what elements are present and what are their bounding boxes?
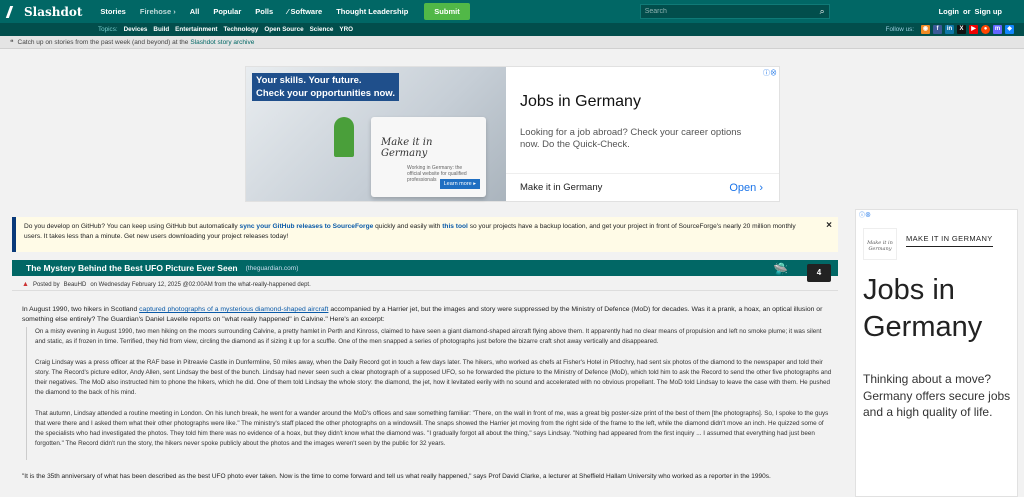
nav-thought-leadership[interactable]: Thought Leadership — [336, 7, 408, 16]
article-quote: On a misty evening in August 1990, two m… — [26, 327, 832, 460]
topic-yro[interactable]: YRO — [339, 26, 353, 33]
topic-open-source[interactable]: Open Source — [264, 26, 303, 33]
submit-button[interactable]: Submit — [424, 3, 470, 20]
author-link[interactable]: BeauHD — [64, 282, 87, 288]
slashdot-logo-icon — [5, 5, 23, 18]
nav-software[interactable]: ⁄ Software — [287, 7, 322, 16]
side-advertisement[interactable]: ⓘ⊗ Make it in Germany MAKE IT IN GERMANY… — [855, 209, 1018, 497]
signup-link[interactable]: Sign up — [975, 7, 1003, 16]
topics-bar: Topics: Devices Build Entertainment Tech… — [0, 23, 1024, 36]
article-title[interactable]: The Mystery Behind the Best UFO Picture … — [26, 263, 238, 273]
divider — [12, 290, 838, 291]
comment-count-badge[interactable]: 4 — [807, 264, 831, 282]
topic-build[interactable]: Build — [153, 26, 169, 33]
ufo-icon: 🛸 — [773, 262, 788, 276]
catchup-text: Catch up on stories from the past week (… — [17, 38, 189, 46]
ad-subtext: Thinking about a move? Germany offers se… — [863, 372, 1011, 419]
article-tail: "It is the 35th anniversary of what has … — [22, 473, 771, 480]
nav-stories[interactable]: Stories — [100, 7, 125, 16]
nav-firehose[interactable]: Firehose › — [140, 7, 176, 16]
sourceforge-notice: Do you develop on GitHub? You can keep u… — [12, 217, 838, 252]
follow-us: Follow us: ◉ f in X ▶ ● m ◆ — [886, 25, 1014, 34]
plant-image — [334, 117, 354, 157]
ad-brand: MAKE IT IN GERMANY — [906, 234, 993, 247]
ad-card: Make it in Germany Working in Germany: t… — [371, 117, 486, 197]
topic-devices[interactable]: Devices — [124, 26, 148, 33]
x-icon[interactable]: X — [957, 25, 966, 34]
logo-text: Slashdot — [24, 4, 83, 19]
search-input[interactable] — [644, 8, 795, 15]
close-icon[interactable]: × — [826, 221, 832, 231]
topic-science[interactable]: Science — [310, 26, 334, 33]
topic-technology[interactable]: Technology — [224, 26, 259, 33]
youtube-icon[interactable]: ▶ — [969, 25, 978, 34]
linkedin-icon[interactable]: in — [945, 25, 954, 34]
login-link[interactable]: Login — [939, 7, 959, 16]
ad-image: Your skills. Your future. Check your opp… — [246, 67, 506, 201]
rss-icon[interactable]: ◉ — [921, 25, 930, 34]
story-archive-link[interactable]: Slashdot story archive — [190, 39, 254, 46]
adchoices-icon[interactable]: ⓘ⊗ — [763, 68, 777, 78]
meta-suffix: on Wednesday February 12, 2025 @02:00AM … — [90, 281, 311, 288]
nav-polls[interactable]: Polls — [255, 7, 273, 16]
quote-paragraph: That autumn, Lindsay attended a routine … — [35, 410, 829, 447]
facebook-icon[interactable]: f — [933, 25, 942, 34]
this-tool-link[interactable]: this tool — [442, 223, 468, 230]
top-advertisement[interactable]: Your skills. Your future. Check your opp… — [245, 66, 780, 202]
ad-open-button[interactable]: Open › — [729, 182, 763, 194]
nav-popular[interactable]: Popular — [213, 7, 241, 16]
notice-text-2: quickly and easily with — [375, 223, 441, 230]
ad-headline: Jobs in Germany — [863, 274, 983, 343]
bluesky-icon[interactable]: ◆ — [1005, 25, 1014, 34]
topic-icon: ▲ — [22, 281, 29, 288]
or-text: or — [963, 7, 971, 16]
catchup-icon: ❝ — [10, 39, 14, 46]
quote-paragraph: On a misty evening in August 1990, two m… — [35, 328, 822, 345]
quote-paragraph: Craig Lindsay was a press officer at the… — [35, 359, 832, 396]
follow-label: Follow us: — [885, 26, 914, 33]
topic-entertainment[interactable]: Entertainment — [175, 26, 217, 33]
meta-prefix: Posted by — [32, 281, 60, 288]
article-source[interactable]: (theguardian.com) — [246, 265, 299, 272]
auth-links: Login or Sign up — [939, 7, 1002, 16]
captured-photographs-link[interactable]: captured photographs of a mysterious dia… — [139, 306, 328, 313]
article-lead: In August 1990, two hikers in Scotland c… — [22, 306, 823, 323]
ad-description: Looking for a job abroad? Check your car… — [520, 127, 742, 150]
learn-more-button[interactable]: Learn more ▸ — [439, 179, 480, 189]
ad-body: Jobs in Germany Looking for a job abroad… — [506, 67, 779, 201]
article-header: The Mystery Behind the Best UFO Picture … — [12, 260, 838, 276]
adchoices-icon[interactable]: ⓘ⊗ — [859, 210, 1015, 219]
ad-signature: Make it in Germany — [381, 137, 433, 159]
catchup-bar: ❝ Catch up on stories from the past week… — [0, 36, 1024, 49]
ad-footer-text: Make it in Germany — [520, 182, 603, 193]
reddit-icon[interactable]: ● — [981, 25, 990, 34]
sync-releases-link[interactable]: sync your GitHub releases to SourceForge — [240, 223, 374, 230]
topics-label: Topics: — [98, 26, 118, 33]
ad-title: Jobs in Germany — [520, 93, 641, 110]
ad-banner: Your skills. Your future. Check your opp… — [252, 73, 399, 101]
mastodon-icon[interactable]: m — [993, 25, 1002, 34]
article-meta: ▲ Posted by BeauHD on Wednesday February… — [22, 281, 311, 288]
search-box: ⌕ — [639, 4, 830, 19]
nav-all[interactable]: All — [190, 7, 200, 16]
ad-logo: Make it in Germany — [863, 228, 897, 260]
search-icon[interactable]: ⌕ — [820, 6, 825, 17]
notice-text-1: Do you develop on GitHub? You can keep u… — [24, 223, 238, 230]
top-nav: Slashdot Stories Firehose › All Popular … — [0, 0, 1024, 23]
slashdot-logo[interactable]: Slashdot — [5, 4, 83, 19]
ad-footer: Make it in Germany Open › — [506, 173, 779, 201]
